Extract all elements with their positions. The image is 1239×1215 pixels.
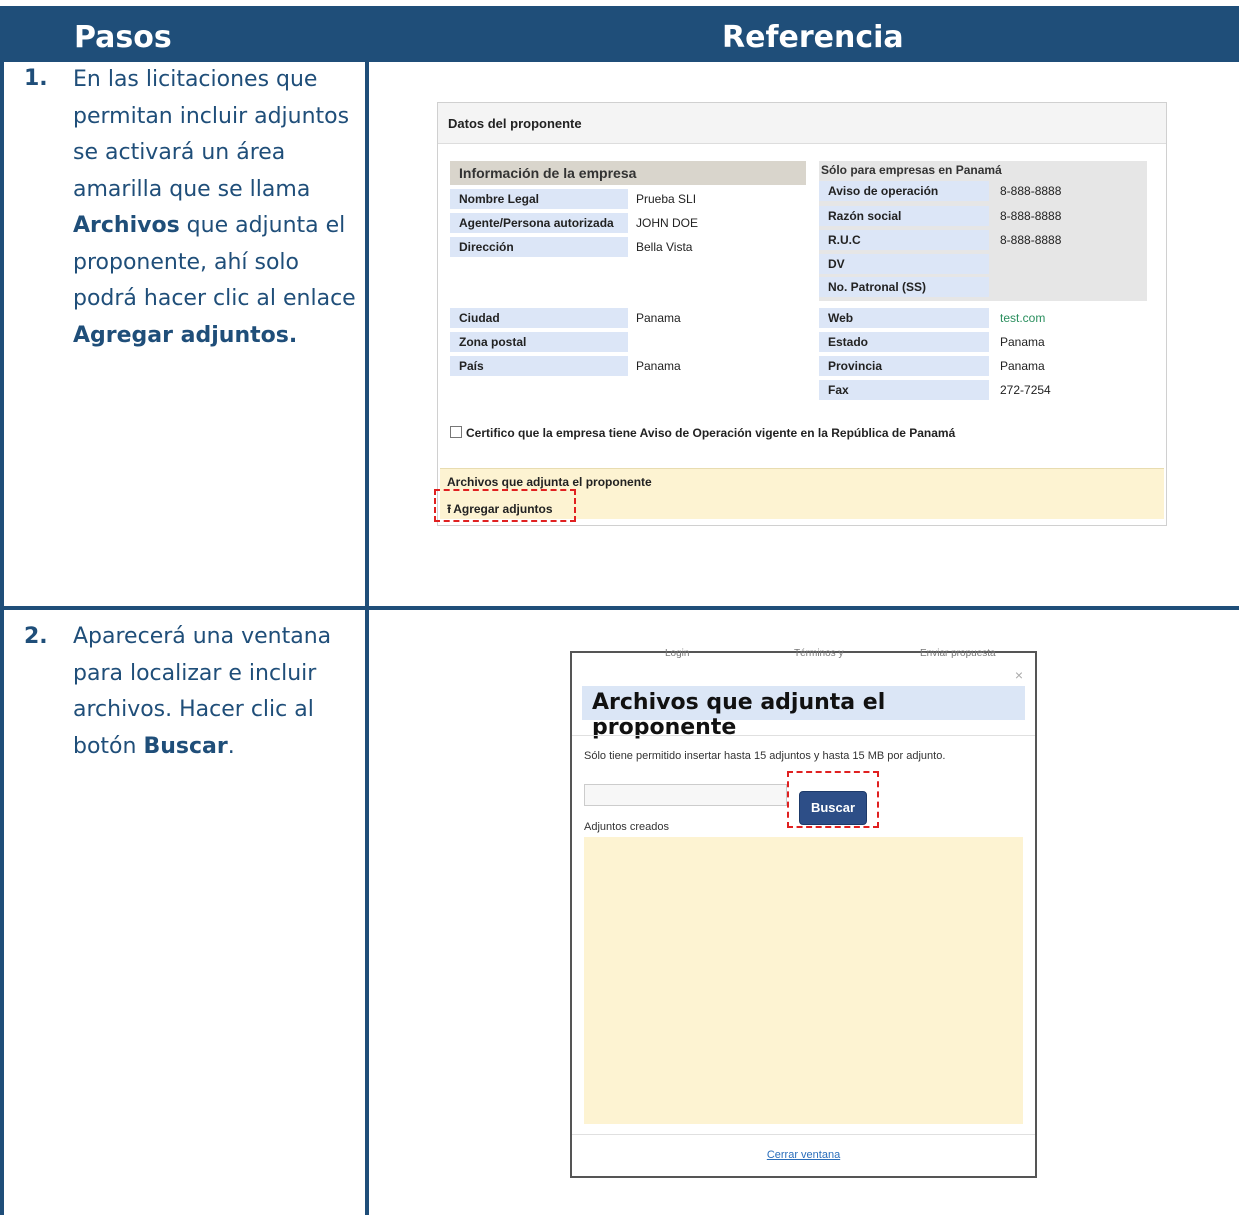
- created-attachments-list: [584, 837, 1023, 1124]
- modal-title: Archivos que adjunta el proponente: [592, 690, 886, 740]
- label-estado: Estado: [819, 332, 989, 352]
- value-nombre-legal: Prueba SLI: [636, 192, 697, 206]
- label-web: Web: [819, 308, 989, 328]
- label-ruc: R.U.C: [819, 230, 989, 250]
- panel-header: Datos del proponente: [438, 103, 1166, 144]
- attachments-title: Archivos que adjunta el proponente: [447, 475, 652, 489]
- highlight-add-attachments: [434, 489, 576, 522]
- file-path-input[interactable]: [584, 784, 787, 806]
- label-ciudad: Ciudad: [450, 308, 628, 328]
- section-title: Información de la empresa: [450, 161, 806, 185]
- value-web-link[interactable]: test.com: [1000, 308, 1045, 328]
- created-attachments-label: Adjuntos creados: [584, 821, 669, 833]
- step-1-text-a: En las licitaciones que permitan incluir…: [73, 67, 350, 202]
- table-header: Pasos Referencia: [0, 6, 1239, 62]
- upload-limit-note: Sólo tiene permitido insertar hasta 15 a…: [584, 750, 946, 762]
- highlight-buscar: [787, 771, 879, 828]
- modal-title-band: Archivos que adjunta el proponente: [582, 686, 1025, 740]
- step-2-number: 2.: [24, 624, 48, 649]
- label-razon-social: Razón social: [819, 206, 989, 226]
- value-ruc: 8-888-8888: [1000, 233, 1062, 247]
- label-nombre-legal: Nombre Legal: [450, 189, 628, 209]
- instruction-table: Pasos Referencia 1. En las licitaciones …: [0, 0, 1239, 1215]
- label-no-patronal: No. Patronal (SS): [819, 277, 989, 297]
- label-pais: País: [450, 356, 628, 376]
- value-aviso-operacion: 8-888-8888: [1000, 184, 1062, 198]
- step-1-number: 1.: [24, 66, 48, 91]
- header-referencia: Referencia: [722, 20, 904, 55]
- close-window-link[interactable]: Cerrar ventana: [572, 1149, 1035, 1161]
- step-2-text: Aparecerá una ventana para localizar e i…: [73, 619, 359, 765]
- value-fax: 272-7254: [1000, 383, 1051, 397]
- value-agente: JOHN DOE: [636, 216, 699, 230]
- label-provincia: Provincia: [819, 356, 989, 376]
- value-direccion: Bella Vista: [636, 240, 693, 254]
- table-border-left: [0, 62, 4, 1215]
- bg-peek-terminos: Términos y: [794, 648, 844, 659]
- attachments-modal: Login Términos y Enviar propuesta × Arch…: [570, 648, 1037, 1178]
- table-column-divider: [365, 62, 369, 1215]
- value-provincia: Panama: [1000, 359, 1045, 373]
- proponent-data-panel: Datos del proponente Información de la e…: [437, 102, 1167, 526]
- value-pais: Panama: [636, 359, 681, 373]
- step-1-bold-archivos: Archivos: [73, 213, 180, 238]
- label-fax: Fax: [819, 380, 989, 400]
- table-row-divider: [0, 606, 1239, 610]
- value-razon-social: 8-888-8888: [1000, 209, 1062, 223]
- bg-peek-login: Login: [665, 648, 690, 659]
- certify-label: Certifico que la empresa tiene Aviso de …: [466, 426, 956, 440]
- label-agente: Agente/Persona autorizada: [450, 213, 628, 233]
- close-icon[interactable]: ×: [1015, 667, 1023, 683]
- label-direccion: Dirección: [450, 237, 628, 257]
- step-1-bold-agregar: Agregar adjuntos.: [73, 322, 298, 348]
- modal-divider-top: [572, 735, 1035, 736]
- header-pasos: Pasos: [74, 20, 172, 55]
- bg-peek-enviar: Enviar propuesta: [920, 648, 996, 659]
- step-2-bold-buscar: Buscar: [143, 733, 228, 759]
- certify-row: Certifico que la empresa tiene Aviso de …: [450, 426, 955, 440]
- certify-checkbox[interactable]: [450, 426, 462, 438]
- value-ciudad: Panama: [636, 311, 681, 325]
- step-2-text-b: .: [227, 733, 235, 759]
- section-title-text: Información de la empresa: [459, 165, 637, 181]
- panel-title: Datos del proponente: [448, 116, 582, 131]
- label-dv: DV: [819, 254, 989, 274]
- label-aviso-operacion: Aviso de operación: [819, 181, 989, 201]
- panama-only-title: Sólo para empresas en Panamá: [821, 163, 1002, 177]
- value-estado: Panama: [1000, 335, 1045, 349]
- modal-divider-bottom: [572, 1134, 1035, 1135]
- step-1-text: En las licitaciones que permitan incluir…: [73, 62, 359, 354]
- label-zona-postal: Zona postal: [450, 332, 628, 352]
